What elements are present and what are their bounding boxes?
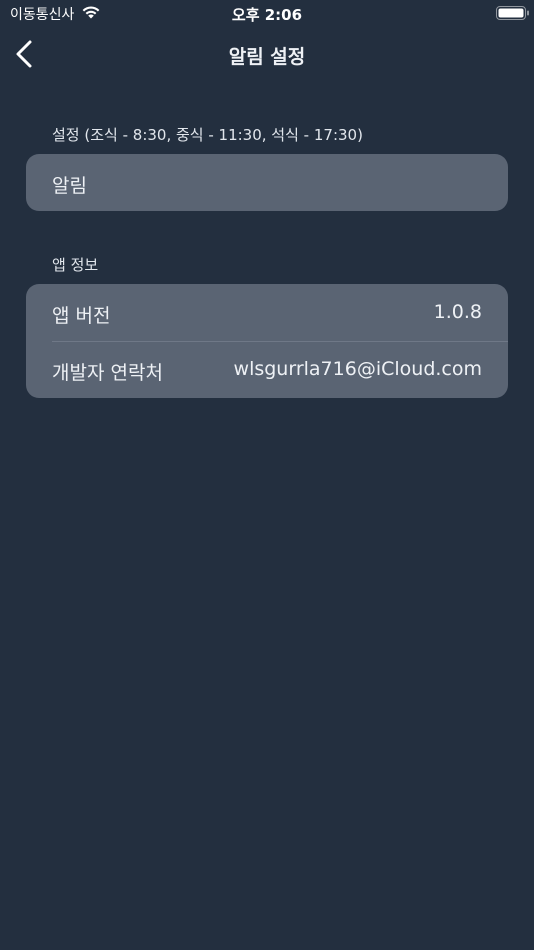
navigation-bar: 알림 설정 [0,28,534,80]
developer-contact-row[interactable]: 개발자 연락처 wlsgurrla716@iCloud.com [26,341,508,398]
app-version-label: 앱 버전 [52,305,111,327]
app-info-card: 앱 버전 1.0.8 개발자 연락처 wlsgurrla716@iCloud.c… [26,284,508,398]
battery-icon [496,6,529,20]
app-version-row: 앱 버전 1.0.8 [26,284,508,341]
developer-contact-label: 개발자 연락처 [52,362,163,384]
notification-row[interactable]: 알림 [26,154,508,211]
status-time: 오후 2:06 [231,6,303,24]
row-divider [52,341,508,342]
page-title: 알림 설정 [228,46,306,68]
developer-email-value[interactable]: wlsgurrla716@iCloud.com [234,358,482,380]
section-header-app-info: 앱 정보 [52,256,99,274]
status-bar: 이동통신사 오후 2:06 [0,0,534,28]
settings-card: 알림 [26,154,508,211]
notification-label: 알림 [52,175,87,197]
app-version-value: 1.0.8 [433,301,482,323]
section-header-settings: 설정 (조식 - 8:30, 중식 - 11:30, 석식 - 17:30) [52,126,363,144]
